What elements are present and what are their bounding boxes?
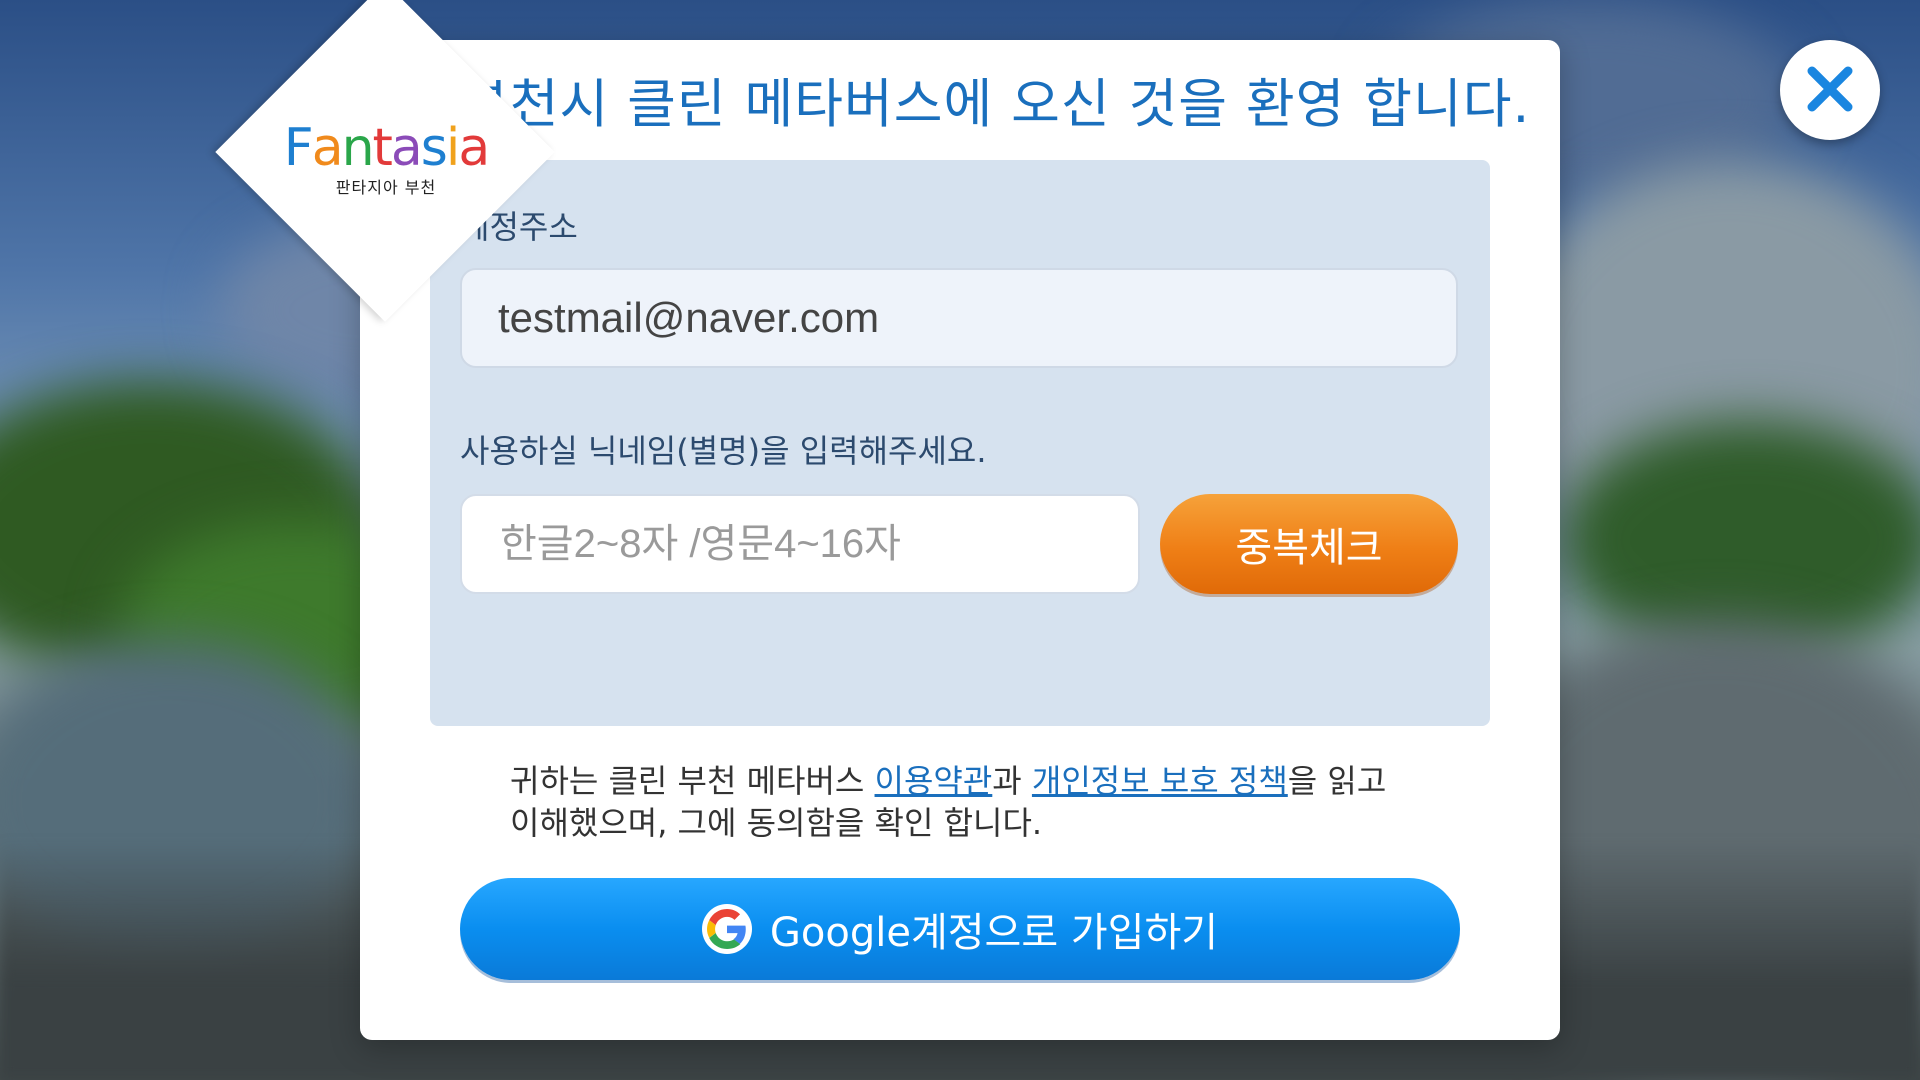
fantasia-logo: Fantasia 판타지아 부천 — [276, 120, 496, 210]
duplicate-check-button[interactable]: 중복체크 — [1160, 494, 1458, 594]
email-field: testmail@naver.com — [460, 268, 1458, 368]
consent-line2: 이해했으며, 그에 동의함을 확인 합니다. — [510, 804, 1043, 842]
consent-connector: 과 — [992, 762, 1032, 800]
signup-dialog: Fantasia 판타지아 부천 부천시 클린 메타버스에 오신 것을 환영 합… — [215, 0, 1560, 1040]
consent-text: 귀하는 클린 부천 메타버스 이용약관과 개인정보 보호 정책을 읽고 이해했으… — [510, 760, 1410, 844]
close-button[interactable] — [1780, 40, 1880, 140]
nickname-label: 사용하실 닉네임(별명)을 입력해주세요. — [460, 432, 987, 470]
logo-wordmark: Fantasia — [283, 118, 490, 178]
nickname-input[interactable] — [460, 494, 1140, 594]
google-signup-button[interactable]: Google계정으로 가입하기 — [460, 878, 1460, 980]
terms-link[interactable]: 이용약관 — [875, 762, 993, 800]
form-panel: 계정주소 testmail@naver.com 사용하실 닉네임(별명)을 입력… — [430, 160, 1490, 726]
google-g-icon — [701, 904, 752, 954]
privacy-policy-link[interactable]: 개인정보 보호 정책 — [1032, 762, 1288, 800]
google-button-label: Google계정으로 가입하기 — [769, 910, 1219, 956]
consent-suffix: 을 읽고 — [1287, 762, 1387, 800]
dialog-title: 부천시 클린 메타버스에 오신 것을 환영 합니다. — [460, 74, 1531, 135]
close-x-icon — [1802, 61, 1858, 120]
consent-prefix: 귀하는 클린 부천 메타버스 — [510, 762, 875, 800]
